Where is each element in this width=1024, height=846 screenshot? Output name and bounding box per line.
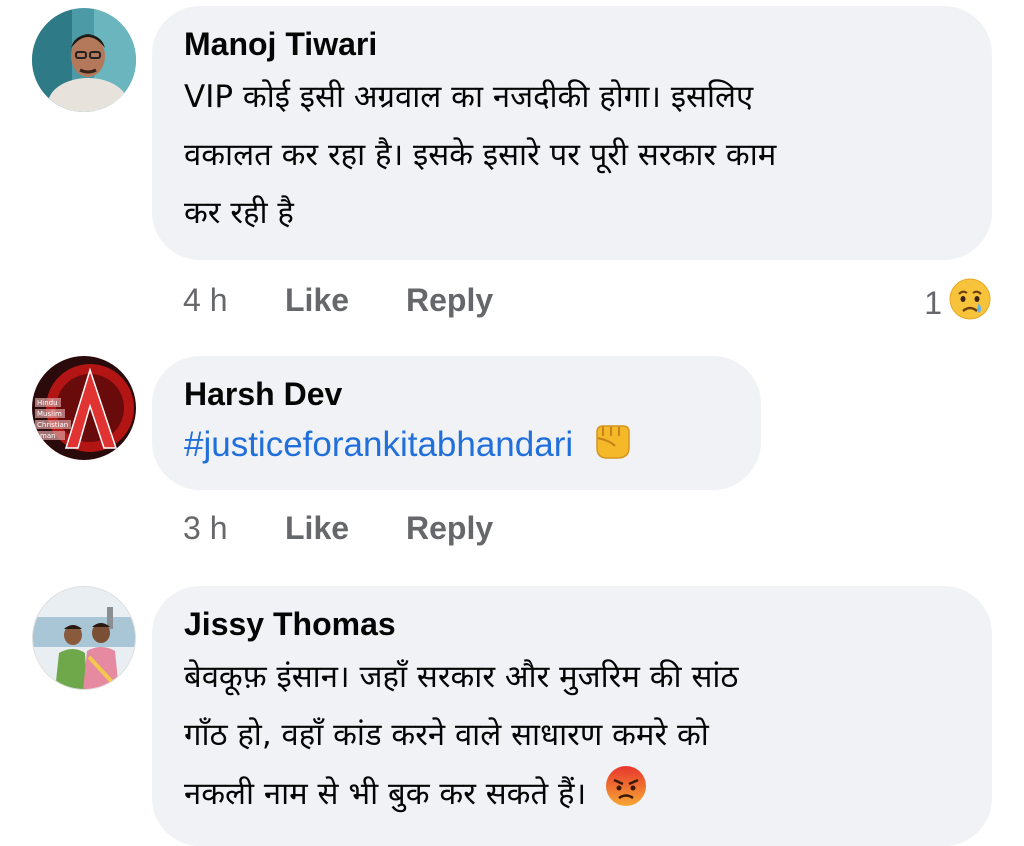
svg-text:Hindu: Hindu <box>37 399 58 407</box>
comment-text-line: VIP कोई इसी अग्रवाल का नजदीकी होगा। इसलि… <box>184 79 754 115</box>
comment-text-line: बेवकूफ़ इंसान। जहाँ सरकार और मुजरिम की स… <box>184 659 739 695</box>
comment-text-segment: नकली नाम से भी बुक कर सकते हैं। <box>184 776 587 812</box>
avatar[interactable]: Hindu Muslim Christian man <box>32 356 136 460</box>
svg-text:Christian: Christian <box>37 421 68 429</box>
comment-text: #justiceforankitabhandari <box>184 418 731 477</box>
reaction-count: 1 <box>924 284 942 321</box>
comment-text: VIP कोई इसी अग्रवाल का नजदीकी होगा। इसलि… <box>184 68 962 242</box>
crying-face-icon <box>948 277 992 329</box>
comment-text-line: वकालत कर रहा है। इसके इसारे पर पूरी सरका… <box>184 137 777 173</box>
reply-button[interactable]: Reply <box>406 510 493 547</box>
hashtag-link[interactable]: #justiceforankitabhandari <box>184 425 573 464</box>
reply-button[interactable]: Reply <box>406 282 493 319</box>
svg-text:Muslim: Muslim <box>37 410 62 418</box>
comment-timestamp[interactable]: 4 h <box>183 282 285 319</box>
comment-text-line: नकली नाम से भी बुक कर सकते हैं। <box>184 764 962 827</box>
comment-text: बेवकूफ़ इंसान। जहाँ सरकार और मुजरिम की स… <box>184 648 962 827</box>
comment-bubble: Manoj Tiwari VIP कोई इसी अग्रवाल का नजदी… <box>152 6 992 260</box>
avatar[interactable] <box>32 8 136 112</box>
svg-text:man: man <box>40 432 56 440</box>
comment-author[interactable]: Harsh Dev <box>184 374 731 414</box>
comment-text-line: कर रही है <box>184 195 294 231</box>
comment-timestamp[interactable]: 3 h <box>183 510 285 547</box>
comment-author[interactable]: Jissy Thomas <box>184 604 962 644</box>
comment-bubble: Jissy Thomas बेवकूफ़ इंसान। जहाँ सरकार औ… <box>152 586 992 846</box>
reaction-summary[interactable]: 1 <box>924 277 992 329</box>
like-button[interactable]: Like <box>285 510 406 547</box>
angry-face-icon <box>604 764 648 827</box>
comment-author[interactable]: Manoj Tiwari <box>184 24 962 64</box>
comment-bubble: Harsh Dev #justiceforankitabhandari <box>152 356 761 490</box>
comment-text-line: गाँठ हो, वहाँ कांड करने वाले साधारण कमरे… <box>184 717 709 753</box>
comment-actions: 4 h Like Reply <box>183 282 493 319</box>
raised-fist-icon <box>589 418 635 477</box>
avatar[interactable] <box>32 586 136 690</box>
like-button[interactable]: Like <box>285 282 406 319</box>
comment-actions: 3 h Like Reply <box>183 510 493 547</box>
